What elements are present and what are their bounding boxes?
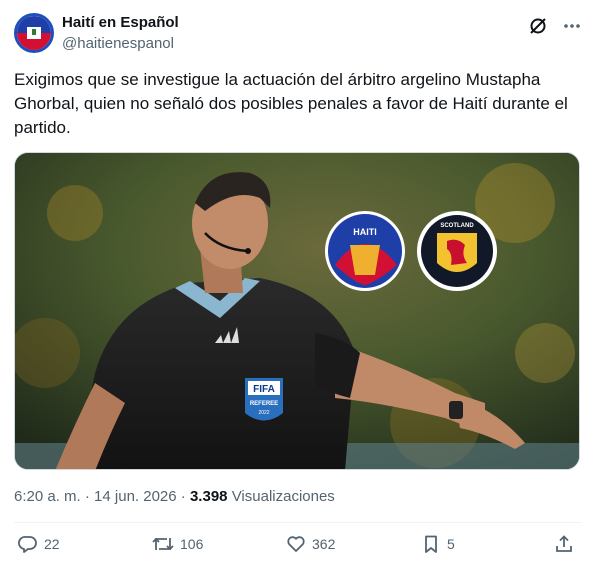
bookmark-count: 5 bbox=[447, 536, 455, 552]
bookmark-icon bbox=[425, 535, 437, 553]
haiti-flag-icon bbox=[17, 16, 51, 50]
views-count: 3.398 bbox=[189, 488, 228, 505]
tweet-date[interactable]: 14 jun. 2026 bbox=[94, 488, 177, 505]
tweet-time[interactable]: 6:20 a. m. bbox=[14, 488, 81, 505]
repost-count: 106 bbox=[180, 536, 204, 552]
referee-badge-text: REFEREE bbox=[250, 401, 278, 407]
divider bbox=[14, 522, 582, 523]
meta-separator: · bbox=[180, 488, 186, 505]
avatar[interactable] bbox=[14, 13, 54, 53]
tweet-media-image[interactable]: FIFA REFEREE 2022 HAITI SCOTLAND bbox=[14, 152, 580, 470]
reply-icon bbox=[18, 536, 37, 553]
tweet-meta: 6:20 a. m. · 14 jun. 2026 · 3.398 Visual… bbox=[14, 488, 335, 505]
tweet-actions: 22 106 362 5 bbox=[14, 534, 582, 562]
share-button[interactable] bbox=[554, 534, 574, 554]
repost-button[interactable]: 106 bbox=[152, 534, 203, 554]
haiti-crest-icon: HAITI bbox=[325, 211, 405, 291]
scotland-crest-icon: SCOTLAND bbox=[417, 211, 497, 291]
more-icon[interactable] bbox=[562, 16, 582, 36]
author-display-name[interactable]: Haití en Español bbox=[62, 14, 179, 31]
tweet-header: Haití en Español @haitienespanol bbox=[14, 13, 582, 57]
badge-year-text: 2022 bbox=[258, 410, 269, 416]
views-label: Visualizaciones bbox=[231, 488, 335, 505]
reply-button[interactable]: 22 bbox=[18, 534, 60, 554]
like-button[interactable]: 362 bbox=[286, 534, 335, 554]
scotland-crest-text: SCOTLAND bbox=[440, 223, 474, 229]
reply-count: 22 bbox=[44, 536, 60, 552]
repost-icon bbox=[152, 537, 174, 551]
fifa-badge-text: FIFA bbox=[253, 384, 275, 395]
haiti-crest-text: HAITI bbox=[353, 227, 377, 237]
share-icon bbox=[556, 535, 572, 552]
tweet-text: Exigimos que se investigue la actuación … bbox=[14, 70, 568, 137]
grok-icon[interactable] bbox=[528, 16, 548, 36]
meta-separator: · bbox=[84, 488, 90, 505]
author-handle[interactable]: @haitienespanol bbox=[62, 35, 174, 52]
bookmark-button[interactable]: 5 bbox=[421, 534, 455, 554]
like-count: 362 bbox=[312, 536, 336, 552]
heart-icon bbox=[287, 536, 305, 552]
